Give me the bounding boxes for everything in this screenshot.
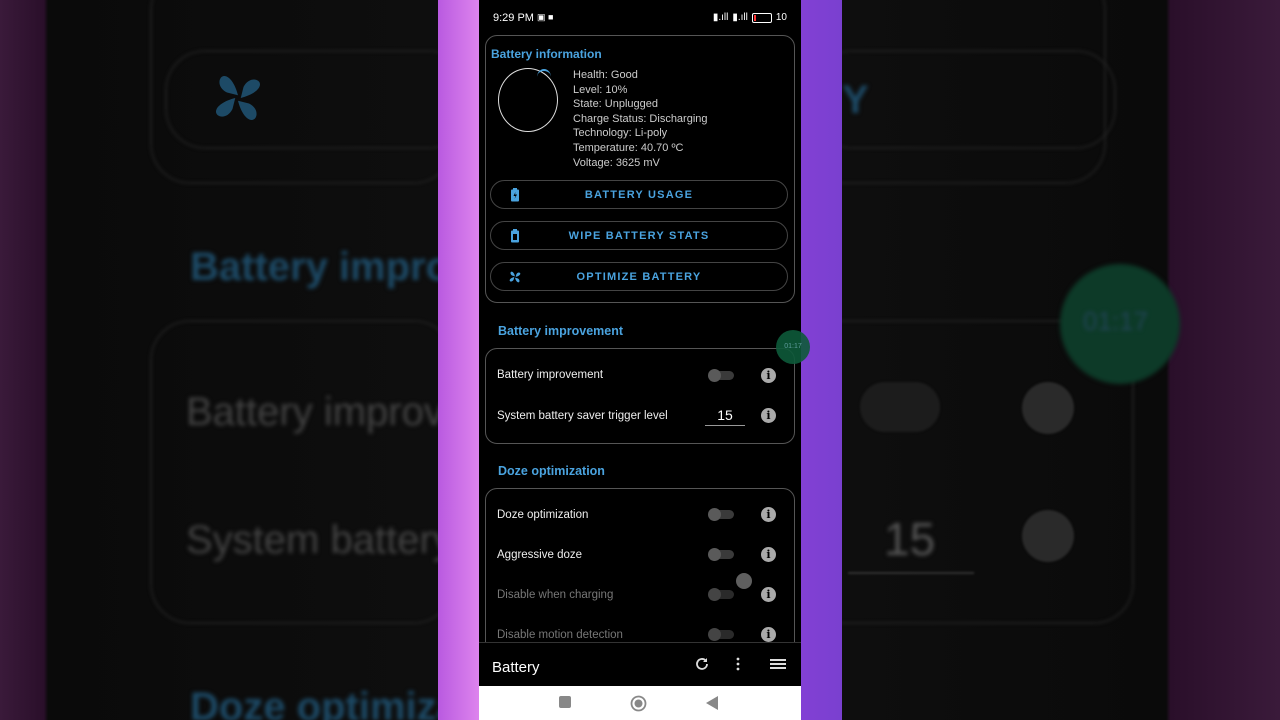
bottom-app-bar: Battery	[479, 642, 801, 687]
status-right: ▮.ıll ▮.ıll 10	[713, 12, 787, 23]
ghost-card	[150, 320, 454, 624]
phone-screen: 9:29 PM ▣ ■ ▮.ıll ▮.ıll 10 Battery infor…	[479, 0, 801, 720]
voltage-text: Voltage: 3625 mV	[573, 156, 660, 169]
disable-when-charging-toggle[interactable]	[708, 588, 734, 601]
charge-status-text: Charge Status: Discharging	[573, 112, 708, 125]
disable-motion-detection-toggle[interactable]	[708, 628, 734, 641]
saver-trigger-input[interactable]: 15	[705, 407, 745, 426]
signal-icon: ▮.ıll	[712, 12, 729, 23]
battery-status-icon	[751, 12, 772, 23]
ghost-text: Y	[842, 78, 869, 122]
battery-info-title: Battery information	[491, 47, 602, 61]
battery-improvement-header: Battery improvement	[498, 324, 624, 338]
battery-improvement-label: Battery improvement	[497, 369, 604, 381]
menu-icon[interactable]	[769, 656, 787, 672]
battery-improvement-card	[485, 348, 795, 444]
ghost-timer-text: 01:17	[1083, 306, 1149, 336]
notification-icons: ▣ ■	[537, 12, 554, 22]
doze-optimization-header: Doze optimization	[498, 464, 605, 478]
signal-icon: ▮.ıll	[732, 12, 748, 23]
disable-motion-detection-label: Disable motion detection	[497, 629, 623, 641]
doze-optimization-label: Doze optimization	[497, 509, 589, 521]
level-text: Level: 10%	[573, 83, 628, 96]
background-right-blur: Y 15	[802, 0, 1280, 720]
info-icon[interactable]: i	[761, 507, 776, 522]
aggressive-doze-toggle[interactable]	[708, 548, 734, 561]
optimize-battery-label: OPTIMIZE BATTERY	[576, 271, 702, 283]
home-icon[interactable]	[630, 695, 647, 712]
status-time: 9:29 PM	[493, 12, 534, 24]
fan-icon	[216, 76, 260, 120]
recents-icon[interactable]	[559, 696, 571, 708]
state-text: State: Unplugged	[573, 98, 659, 111]
info-icon[interactable]: i	[761, 627, 776, 642]
info-icon[interactable]: i	[761, 587, 776, 602]
system-nav-bar	[479, 686, 801, 720]
info-icon[interactable]: i	[761, 368, 776, 383]
battery-info-lines: Health: Good Level: 10% State: Unplugged…	[573, 68, 708, 170]
wipe-battery-stats-button[interactable]: WIPE BATTERY STATS	[490, 221, 788, 250]
info-icon[interactable]: i	[761, 547, 776, 562]
touch-indicator	[736, 573, 752, 589]
ghost-info-icon	[1022, 382, 1074, 434]
aggressive-doze-label: Aggressive doze	[497, 549, 583, 561]
refresh-icon[interactable]	[694, 656, 710, 672]
timer-text: 01:17	[784, 343, 802, 350]
doze-optimization-toggle[interactable]	[708, 508, 734, 521]
temperature-text: Temperature: 40.70 ºC	[573, 141, 684, 154]
battery-info-card: Battery information Health: Good Level: …	[485, 35, 795, 303]
battery-usage-label: BATTERY USAGE	[584, 189, 694, 201]
ghost-text: 15	[884, 513, 936, 565]
battery-usage-button[interactable]: BATTERY USAGE	[490, 180, 788, 209]
optimize-battery-button[interactable]: OPTIMIZE BATTERY	[490, 262, 788, 291]
floating-timer-bubble[interactable]: 01:17	[776, 330, 810, 364]
disable-when-charging-label: Disable when charging	[497, 589, 614, 601]
battery-level-ring	[498, 68, 558, 132]
battery-percent: 10	[775, 12, 787, 23]
saver-trigger-label: System battery saver trigger level	[497, 410, 668, 422]
ghost-toggle	[860, 382, 940, 432]
ghost-info-icon	[1022, 510, 1074, 562]
back-icon[interactable]	[706, 696, 718, 710]
info-icon[interactable]: i	[761, 408, 776, 423]
battery-improvement-toggle[interactable]	[708, 369, 734, 382]
background-left-blur: Battery improvement Battery improvement …	[0, 0, 780, 720]
health-text: Health: Good	[573, 69, 638, 81]
more-vert-icon[interactable]	[730, 656, 746, 672]
ghost-underline	[848, 572, 974, 574]
technology-text: Technology: Li-poly	[573, 127, 668, 140]
wipe-battery-stats-label: WIPE BATTERY STATS	[568, 230, 710, 242]
app-bar-title: Battery	[492, 659, 540, 676]
status-bar: 9:29 PM ▣ ■ ▮.ıll ▮.ıll 10	[479, 0, 801, 34]
